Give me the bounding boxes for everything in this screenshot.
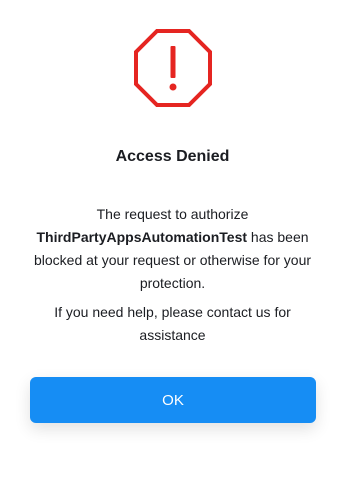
icon-container [0, 28, 345, 108]
help-text: If you need help, please contact us for … [54, 304, 291, 343]
stop-octagon-exclamation-icon [133, 29, 212, 107]
dialog-message: The request to authorize ThirdPartyAppsA… [26, 203, 319, 295]
message-prefix: The request to authorize [96, 206, 249, 222]
dialog-title: Access Denied [115, 148, 230, 165]
app-name: ThirdPartyAppsAutomationTest [36, 229, 248, 245]
ok-button[interactable]: OK [30, 377, 316, 423]
access-denied-dialog: Access Denied The request to authorize T… [0, 0, 345, 480]
